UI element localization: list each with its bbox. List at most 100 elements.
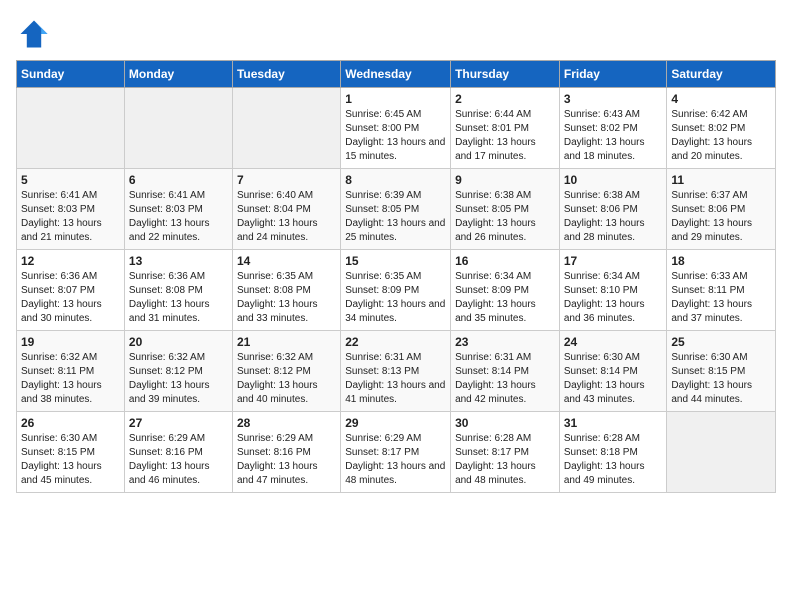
- day-number: 25: [671, 335, 771, 349]
- calendar-cell: 27 Sunrise: 6:29 AM Sunset: 8:16 PM Dayli…: [124, 412, 232, 493]
- calendar-cell: 16 Sunrise: 6:34 AM Sunset: 8:09 PM Dayli…: [451, 250, 560, 331]
- day-info: Sunrise: 6:38 AM Sunset: 8:05 PM Dayligh…: [455, 189, 555, 245]
- day-info: Sunrise: 6:30 AM Sunset: 8:14 PM Dayligh…: [564, 351, 663, 407]
- day-number: 24: [564, 335, 663, 349]
- day-number: 28: [237, 416, 336, 430]
- day-number: 17: [564, 254, 663, 268]
- calendar-cell: [232, 88, 340, 169]
- calendar-table: SundayMondayTuesdayWednesdayThursdayFrid…: [16, 60, 776, 493]
- logo-icon: [16, 16, 52, 52]
- calendar-cell: 1Sunrise: 6:45 AM Sunset: 8:00 PM Daylig…: [341, 88, 451, 169]
- day-header-sunday: Sunday: [17, 61, 125, 88]
- day-number: 22: [345, 335, 446, 349]
- calendar-cell: 4 Sunrise: 6:42 AM Sunset: 8:02 PM Daylig…: [667, 88, 776, 169]
- day-number: 26: [21, 416, 120, 430]
- day-number: 9: [455, 173, 555, 187]
- day-info: Sunrise: 6:43 AM Sunset: 8:02 PM Dayligh…: [564, 108, 663, 164]
- day-info: Sunrise: 6:38 AM Sunset: 8:06 PM Dayligh…: [564, 189, 663, 245]
- calendar-cell: 22Sunrise: 6:31 AM Sunset: 8:13 PM Dayli…: [341, 331, 451, 412]
- day-number: 27: [129, 416, 228, 430]
- day-info: Sunrise: 6:32 AM Sunset: 8:12 PM Dayligh…: [129, 351, 228, 407]
- day-number: 21: [237, 335, 336, 349]
- calendar-cell: 6Sunrise: 6:41 AM Sunset: 8:03 PM Daylig…: [124, 169, 232, 250]
- day-info: Sunrise: 6:28 AM Sunset: 8:18 PM Dayligh…: [564, 432, 663, 488]
- calendar-cell: 2Sunrise: 6:44 AM Sunset: 8:01 PM Daylig…: [451, 88, 560, 169]
- calendar-cell: 21 Sunrise: 6:32 AM Sunset: 8:12 PM Dayli…: [232, 331, 340, 412]
- day-info: Sunrise: 6:28 AM Sunset: 8:17 PM Dayligh…: [455, 432, 555, 488]
- day-info: Sunrise: 6:35 AM Sunset: 8:09 PM Dayligh…: [345, 270, 446, 326]
- page-header: [16, 16, 776, 52]
- day-info: Sunrise: 6:36 AM Sunset: 8:08 PM Dayligh…: [129, 270, 228, 326]
- day-info: Sunrise: 6:34 AM Sunset: 8:09 PM Dayligh…: [455, 270, 555, 326]
- day-header-friday: Friday: [559, 61, 667, 88]
- day-info: Sunrise: 6:44 AM Sunset: 8:01 PM Dayligh…: [455, 108, 555, 164]
- day-number: 4: [671, 92, 771, 106]
- day-number: 11: [671, 173, 771, 187]
- logo: [16, 16, 56, 52]
- day-info: Sunrise: 6:42 AM Sunset: 8:02 PM Dayligh…: [671, 108, 771, 164]
- day-number: 19: [21, 335, 120, 349]
- calendar-cell: 30 Sunrise: 6:28 AM Sunset: 8:17 PM Dayli…: [451, 412, 560, 493]
- day-number: 31: [564, 416, 663, 430]
- calendar-cell: 15 Sunrise: 6:35 AM Sunset: 8:09 PM Dayli…: [341, 250, 451, 331]
- calendar-cell: [667, 412, 776, 493]
- day-info: Sunrise: 6:29 AM Sunset: 8:16 PM Dayligh…: [129, 432, 228, 488]
- day-number: 14: [237, 254, 336, 268]
- calendar-cell: 31 Sunrise: 6:28 AM Sunset: 8:18 PM Dayli…: [559, 412, 667, 493]
- day-number: 20: [129, 335, 228, 349]
- calendar-cell: 19 Sunrise: 6:32 AM Sunset: 8:11 PM Dayli…: [17, 331, 125, 412]
- calendar-week-row: 26 Sunrise: 6:30 AM Sunset: 8:15 PM Dayli…: [17, 412, 776, 493]
- day-info: Sunrise: 6:29 AM Sunset: 8:16 PM Dayligh…: [237, 432, 336, 488]
- day-header-tuesday: Tuesday: [232, 61, 340, 88]
- calendar-cell: 18Sunrise: 6:33 AM Sunset: 8:11 PM Dayli…: [667, 250, 776, 331]
- calendar-cell: [17, 88, 125, 169]
- calendar-cell: 10 Sunrise: 6:38 AM Sunset: 8:06 PM Dayli…: [559, 169, 667, 250]
- calendar-cell: 14 Sunrise: 6:35 AM Sunset: 8:08 PM Dayli…: [232, 250, 340, 331]
- day-info: Sunrise: 6:35 AM Sunset: 8:08 PM Dayligh…: [237, 270, 336, 326]
- day-info: Sunrise: 6:30 AM Sunset: 8:15 PM Dayligh…: [21, 432, 120, 488]
- calendar-week-row: 12 Sunrise: 6:36 AM Sunset: 8:07 PM Dayli…: [17, 250, 776, 331]
- day-info: Sunrise: 6:29 AM Sunset: 8:17 PM Dayligh…: [345, 432, 446, 488]
- day-number: 8: [345, 173, 446, 187]
- calendar-cell: 12 Sunrise: 6:36 AM Sunset: 8:07 PM Dayli…: [17, 250, 125, 331]
- day-number: 13: [129, 254, 228, 268]
- day-number: 30: [455, 416, 555, 430]
- calendar-cell: 7Sunrise: 6:40 AM Sunset: 8:04 PM Daylig…: [232, 169, 340, 250]
- calendar-week-row: 19 Sunrise: 6:32 AM Sunset: 8:11 PM Dayli…: [17, 331, 776, 412]
- day-number: 7: [237, 173, 336, 187]
- day-info: Sunrise: 6:32 AM Sunset: 8:11 PM Dayligh…: [21, 351, 120, 407]
- calendar-header-row: SundayMondayTuesdayWednesdayThursdayFrid…: [17, 61, 776, 88]
- calendar-cell: 26 Sunrise: 6:30 AM Sunset: 8:15 PM Dayli…: [17, 412, 125, 493]
- day-info: Sunrise: 6:34 AM Sunset: 8:10 PM Dayligh…: [564, 270, 663, 326]
- calendar-cell: 3 Sunrise: 6:43 AM Sunset: 8:02 PM Daylig…: [559, 88, 667, 169]
- day-info: Sunrise: 6:36 AM Sunset: 8:07 PM Dayligh…: [21, 270, 120, 326]
- calendar-cell: 24 Sunrise: 6:30 AM Sunset: 8:14 PM Dayli…: [559, 331, 667, 412]
- calendar-cell: 9 Sunrise: 6:38 AM Sunset: 8:05 PM Daylig…: [451, 169, 560, 250]
- day-info: Sunrise: 6:41 AM Sunset: 8:03 PM Dayligh…: [21, 189, 120, 245]
- day-header-monday: Monday: [124, 61, 232, 88]
- calendar-cell: 17 Sunrise: 6:34 AM Sunset: 8:10 PM Dayli…: [559, 250, 667, 331]
- day-number: 23: [455, 335, 555, 349]
- day-header-wednesday: Wednesday: [341, 61, 451, 88]
- calendar-body: 1Sunrise: 6:45 AM Sunset: 8:00 PM Daylig…: [17, 88, 776, 493]
- day-info: Sunrise: 6:30 AM Sunset: 8:15 PM Dayligh…: [671, 351, 771, 407]
- calendar-cell: [124, 88, 232, 169]
- calendar-cell: 25 Sunrise: 6:30 AM Sunset: 8:15 PM Dayli…: [667, 331, 776, 412]
- day-header-saturday: Saturday: [667, 61, 776, 88]
- calendar-cell: 28 Sunrise: 6:29 AM Sunset: 8:16 PM Dayli…: [232, 412, 340, 493]
- day-number: 15: [345, 254, 446, 268]
- day-number: 12: [21, 254, 120, 268]
- calendar-cell: 29Sunrise: 6:29 AM Sunset: 8:17 PM Dayli…: [341, 412, 451, 493]
- calendar-cell: 5Sunrise: 6:41 AM Sunset: 8:03 PM Daylig…: [17, 169, 125, 250]
- day-info: Sunrise: 6:45 AM Sunset: 8:00 PM Dayligh…: [345, 108, 446, 164]
- calendar-week-row: 1Sunrise: 6:45 AM Sunset: 8:00 PM Daylig…: [17, 88, 776, 169]
- day-header-thursday: Thursday: [451, 61, 560, 88]
- calendar-cell: 23Sunrise: 6:31 AM Sunset: 8:14 PM Dayli…: [451, 331, 560, 412]
- day-number: 3: [564, 92, 663, 106]
- day-number: 10: [564, 173, 663, 187]
- day-info: Sunrise: 6:39 AM Sunset: 8:05 PM Dayligh…: [345, 189, 446, 245]
- day-info: Sunrise: 6:32 AM Sunset: 8:12 PM Dayligh…: [237, 351, 336, 407]
- calendar-cell: 8 Sunrise: 6:39 AM Sunset: 8:05 PM Daylig…: [341, 169, 451, 250]
- day-number: 6: [129, 173, 228, 187]
- day-number: 16: [455, 254, 555, 268]
